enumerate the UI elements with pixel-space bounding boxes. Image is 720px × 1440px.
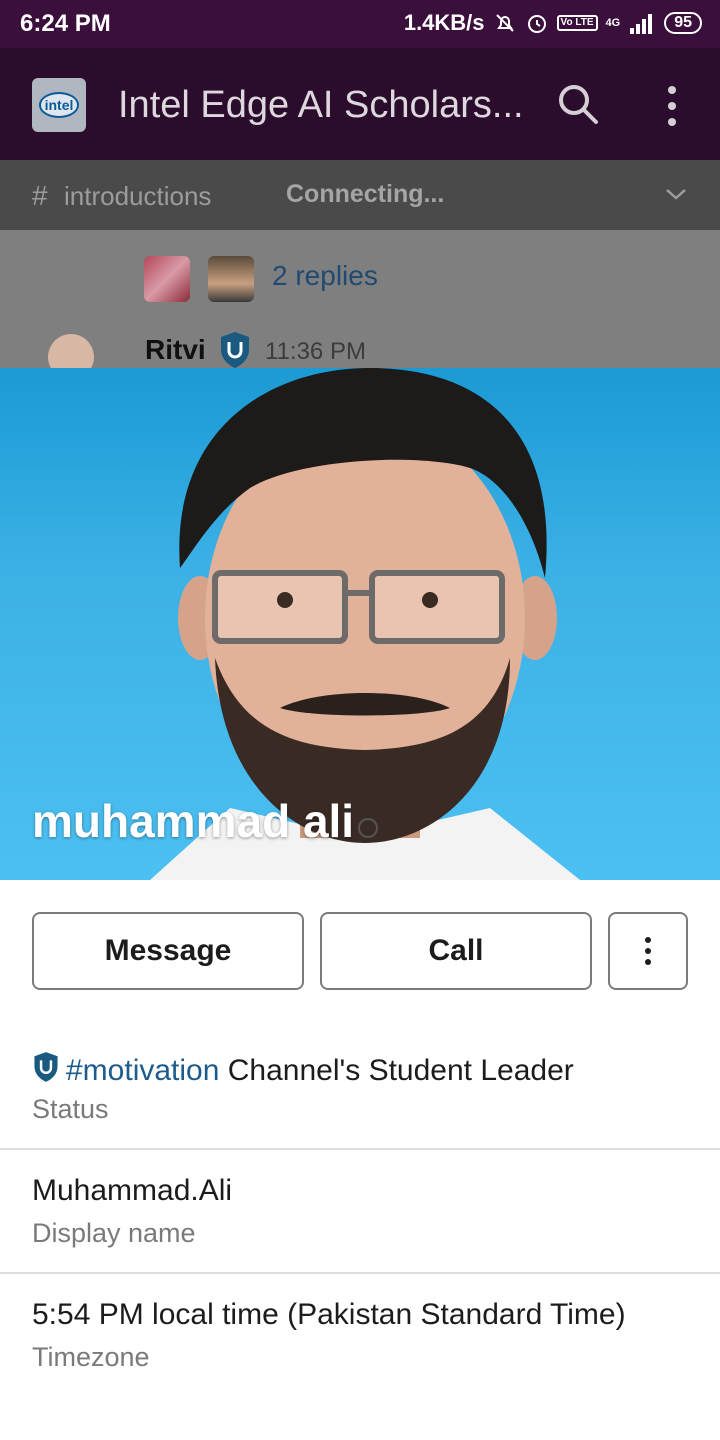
status-value: #motivation Channel's Student Leader bbox=[32, 1050, 574, 1088]
shield-badge-icon bbox=[34, 1052, 58, 1082]
profile-photo: muhammad ali bbox=[0, 368, 720, 880]
display-name-row: Muhammad.Ali Display name bbox=[0, 1164, 720, 1272]
timezone-label: Timezone bbox=[32, 1342, 150, 1372]
channel-name: introductions bbox=[64, 181, 212, 211]
status-icons: 1.4KB/s Vo LTE 4G 95 bbox=[404, 10, 702, 36]
volte-icon: Vo LTE bbox=[556, 15, 598, 31]
status-row: #motivation Channel's Student Leader Sta… bbox=[0, 1040, 720, 1148]
display-name-label: Display name bbox=[32, 1218, 196, 1248]
chevron-down-icon[interactable] bbox=[664, 182, 688, 206]
channel-link[interactable]: #motivation bbox=[66, 1054, 219, 1087]
channel-hash-icon: # bbox=[32, 180, 48, 211]
message-timestamp: 11:36 PM bbox=[265, 338, 366, 365]
mute-bell-icon bbox=[495, 14, 514, 32]
network-speed: 1.4KB/s bbox=[403, 10, 485, 35]
status-label: Status bbox=[32, 1094, 109, 1124]
intel-logo-icon: intel bbox=[38, 92, 80, 118]
alarm-icon bbox=[527, 15, 546, 33]
workspace-title[interactable]: Intel Edge AI Scholars... bbox=[118, 84, 524, 127]
timezone-value: 5:54 PM local time (Pakistan Standard Ti… bbox=[32, 1298, 626, 1331]
search-icon[interactable] bbox=[556, 82, 600, 126]
message-list-dimmed: 2 replies Ritvi 11:36 PM bbox=[0, 230, 720, 370]
divider bbox=[0, 1148, 720, 1150]
workspace-logo[interactable]: intel bbox=[32, 78, 86, 132]
profile-name: muhammad ali bbox=[32, 795, 355, 847]
presence-indicator bbox=[358, 818, 378, 838]
thread-replies-link[interactable]: 2 replies bbox=[272, 260, 378, 292]
message-button[interactable]: Message bbox=[32, 912, 304, 990]
status-bar: 6:24 PM 1.4KB/s Vo LTE 4G 95 bbox=[0, 0, 720, 48]
reply-avatar bbox=[144, 256, 190, 302]
status-text: Channel's Student Leader bbox=[219, 1054, 574, 1087]
channel-header[interactable]: # introductions Connecting... bbox=[0, 160, 720, 230]
call-button[interactable]: Call bbox=[320, 912, 592, 990]
battery-icon: 95 bbox=[664, 12, 702, 34]
more-actions-button[interactable] bbox=[608, 912, 688, 990]
display-name-value: Muhammad.Ali bbox=[32, 1174, 233, 1207]
shield-badge-icon bbox=[221, 332, 249, 368]
message-sender: Ritvi bbox=[145, 334, 206, 365]
timezone-row: 5:54 PM local time (Pakistan Standard Ti… bbox=[0, 1288, 720, 1396]
signal-icon bbox=[630, 14, 653, 34]
app-bar: intel Intel Edge AI Scholars... bbox=[0, 48, 720, 160]
avatar bbox=[48, 334, 94, 370]
more-vertical-icon bbox=[645, 937, 651, 965]
network-type: 4G bbox=[605, 17, 621, 29]
status-time: 6:24 PM bbox=[20, 10, 111, 37]
connection-status: Connecting... bbox=[286, 180, 445, 208]
more-vertical-icon[interactable] bbox=[660, 84, 684, 128]
reply-avatar bbox=[208, 256, 254, 302]
divider bbox=[0, 1272, 720, 1274]
